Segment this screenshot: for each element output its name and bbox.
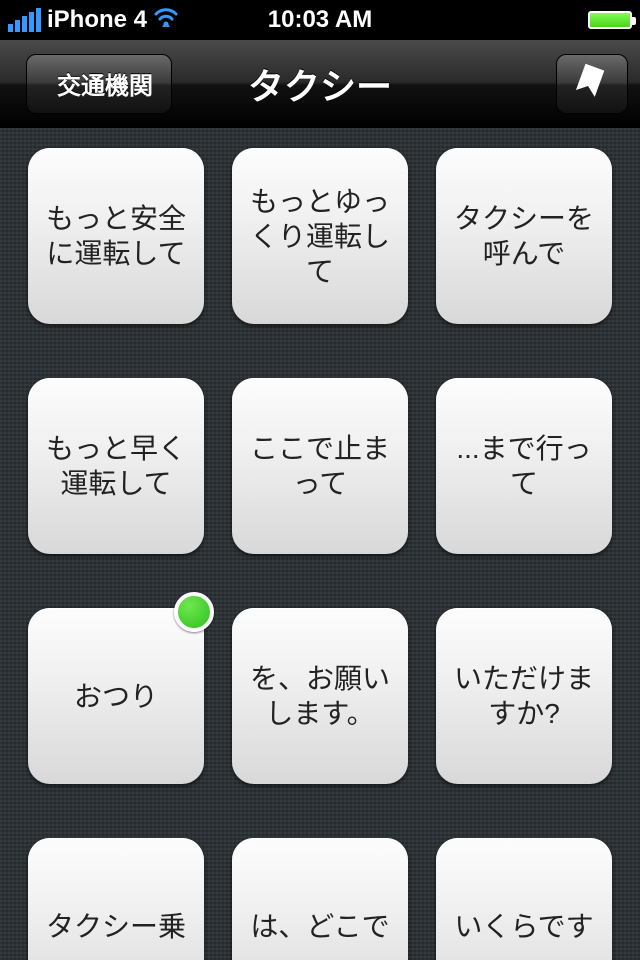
status-left: iPhone 4 [8, 6, 179, 34]
phrase-card-label: タクシー乗 [46, 909, 186, 944]
signal-icon [8, 8, 41, 32]
phrase-card[interactable]: もっとゆっくり運転して [232, 148, 408, 324]
status-right [588, 11, 632, 29]
bookmark-button[interactable] [556, 54, 628, 114]
phrase-card[interactable]: いただけますか? [436, 608, 612, 784]
back-button-label: 交通機関 [57, 66, 153, 101]
phrase-card[interactable]: ここで止まって [232, 378, 408, 554]
wifi-icon [153, 6, 179, 34]
battery-icon [588, 11, 632, 29]
phrase-card[interactable]: タクシーを呼んで [436, 148, 612, 324]
phrase-card-label: もっとゆっくり運転して [248, 184, 392, 289]
phrase-card-label: いくらです [454, 909, 593, 944]
content-area: もっと安全に運転してもっとゆっくり運転してタクシーを呼んでもっと早く運転してここ… [0, 128, 640, 960]
phrase-card-label: いただけますか? [452, 661, 596, 731]
phrase-card[interactable]: を、お願いします。 [232, 608, 408, 784]
bookmark-icon [574, 63, 610, 104]
nav-bar: 交通機関 タクシー [0, 40, 640, 128]
phrase-card[interactable]: もっと早く運転して [28, 378, 204, 554]
phrase-card-label: ここで止まって [248, 431, 392, 501]
carrier-label: iPhone 4 [47, 6, 147, 34]
phrase-card[interactable]: おつり [28, 608, 204, 784]
phrase-card-label: を、お願いします。 [248, 661, 392, 731]
status-bar: iPhone 4 10:03 AM [0, 0, 640, 40]
phrase-card-label: は、どこで [250, 909, 389, 944]
phrase-card-label: おつり [74, 679, 158, 714]
phrase-card-label: タクシーを呼んで [452, 201, 596, 271]
card-badge-icon [174, 592, 214, 632]
phrase-card-label: ...まで行って [452, 431, 596, 501]
phrase-card[interactable]: は、どこで [232, 838, 408, 960]
phrase-card[interactable]: タクシー乗 [28, 838, 204, 960]
phrase-card-label: もっと早く運転して [44, 431, 188, 501]
phrase-card[interactable]: もっと安全に運転して [28, 148, 204, 324]
phrase-card-label: もっと安全に運転して [44, 201, 188, 271]
card-grid: もっと安全に運転してもっとゆっくり運転してタクシーを呼んでもっと早く運転してここ… [28, 148, 612, 960]
page-title: タクシー [248, 58, 392, 110]
phrase-card[interactable]: いくらです [436, 838, 612, 960]
phrase-card[interactable]: ...まで行って [436, 378, 612, 554]
back-button[interactable]: 交通機関 [26, 54, 172, 114]
clock: 10:03 AM [268, 6, 372, 34]
